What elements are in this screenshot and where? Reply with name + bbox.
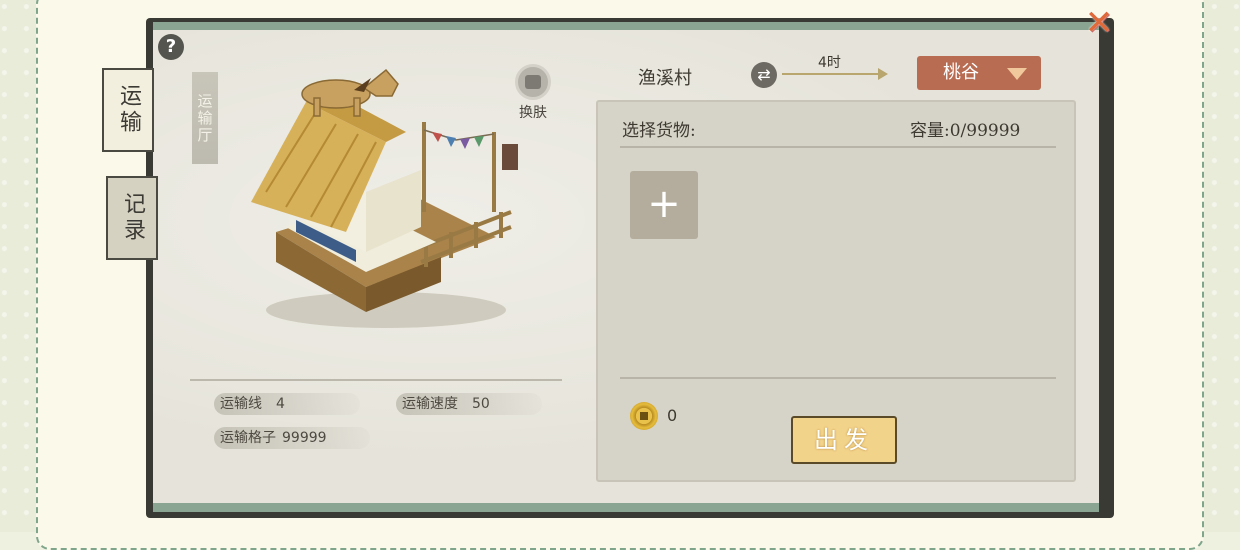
- destination-value: 桃谷: [943, 62, 979, 83]
- capacity-display: 容量:0/99999: [910, 116, 1020, 141]
- transport-hall-label: 运输厅: [192, 72, 218, 164]
- skin-label: 换肤: [519, 105, 547, 121]
- stat-transport-lines: 运输线 4: [214, 393, 360, 415]
- tab-transport[interactable]: 运输: [102, 68, 154, 152]
- goods-title: 选择货物:: [622, 121, 696, 141]
- skin-icon: [515, 64, 551, 100]
- route-origin: 渔溪村: [638, 68, 692, 89]
- stat-value: 4: [276, 396, 285, 412]
- help-icon[interactable]: ?: [158, 34, 184, 60]
- cost-value: 0: [667, 406, 678, 425]
- capacity-label: 容量:: [910, 121, 950, 141]
- add-goods-button[interactable]: +: [630, 171, 698, 239]
- goods-bottom-divider: [620, 377, 1056, 379]
- stat-transport-slots: 运输格子 99999: [214, 427, 370, 449]
- dropdown-caret-icon: [1007, 68, 1027, 80]
- route-arrow: [782, 68, 888, 80]
- stat-transport-speed: 运输速度 50: [396, 393, 542, 415]
- skin-button[interactable]: 换肤: [510, 64, 556, 124]
- tab-records[interactable]: 记录: [106, 176, 158, 260]
- transport-building-illustration: [251, 68, 518, 328]
- route-duration: 4时: [818, 55, 841, 71]
- stat-value: 50: [472, 396, 490, 412]
- capacity-value: 0/99999: [949, 121, 1021, 141]
- stat-label: 运输速度: [402, 396, 458, 412]
- swap-icon[interactable]: ⇄: [751, 62, 777, 88]
- stats-divider: [190, 379, 562, 381]
- destination-dropdown[interactable]: 桃谷: [917, 56, 1041, 90]
- close-icon[interactable]: ✕: [1082, 6, 1116, 40]
- stat-label: 运输线: [220, 396, 262, 412]
- goods-divider: [620, 146, 1056, 148]
- stat-value: 99999: [282, 430, 327, 446]
- depart-button[interactable]: 出发: [791, 416, 897, 464]
- coin-icon: [630, 402, 658, 430]
- stat-label: 运输格子: [220, 430, 276, 446]
